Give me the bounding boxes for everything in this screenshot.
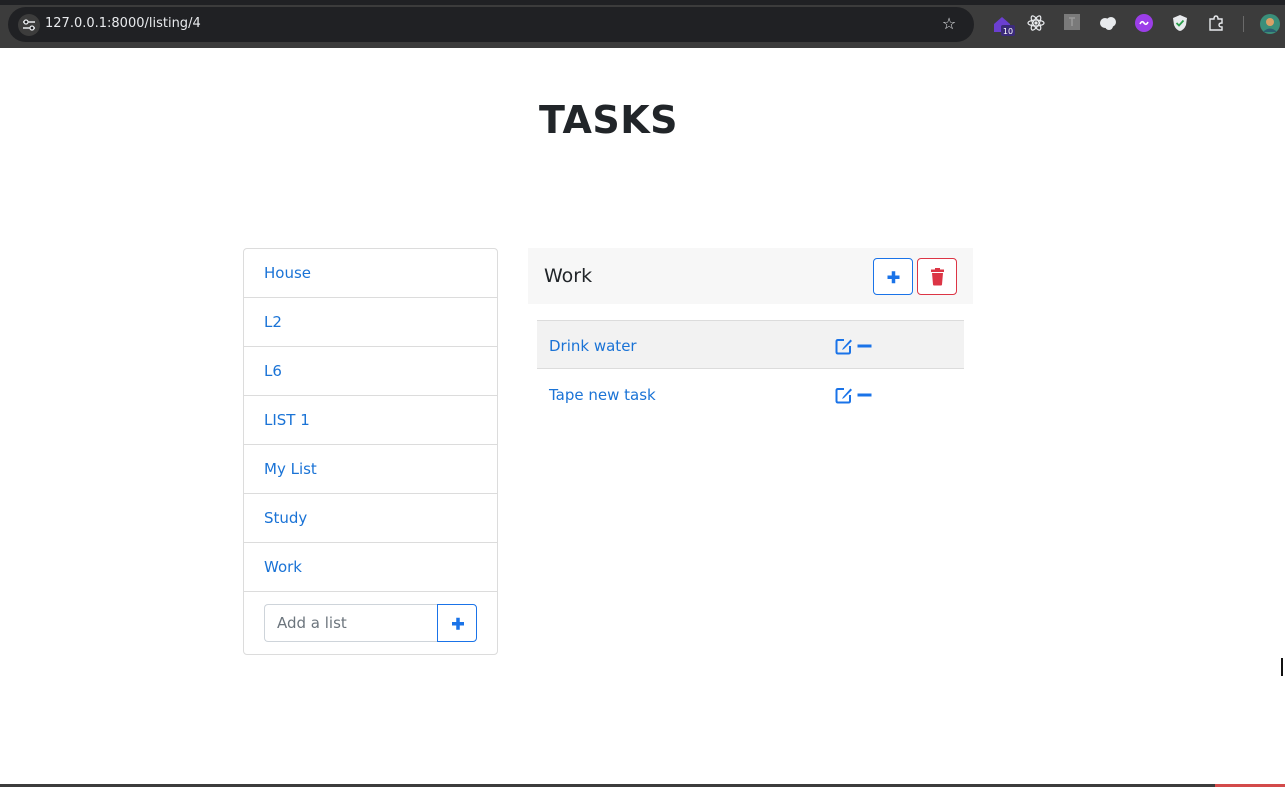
- add-task-button[interactable]: [873, 258, 913, 295]
- bookmark-star-icon[interactable]: ☆: [940, 15, 958, 33]
- sidebar-item-house[interactable]: House: [244, 249, 497, 298]
- sidebar-item-l2[interactable]: L2: [244, 298, 497, 347]
- delete-list-button[interactable]: [917, 258, 957, 295]
- sidebar-item-my-list[interactable]: My List: [244, 445, 497, 494]
- page-title: TASKS: [538, 98, 679, 142]
- sidebar-item-label[interactable]: My List: [264, 460, 317, 478]
- sidebar-item-l6[interactable]: L6: [244, 347, 497, 396]
- edit-icon[interactable]: [835, 337, 853, 355]
- profile-avatar-icon[interactable]: [1260, 14, 1280, 34]
- plus-icon: [452, 617, 464, 630]
- browser-tabstrip-edge: [0, 0, 1285, 5]
- task-label[interactable]: Drink water: [549, 337, 637, 355]
- task-label[interactable]: Tape new task: [549, 386, 656, 404]
- plus-icon: [887, 271, 900, 284]
- site-info-icon[interactable]: [18, 14, 40, 36]
- sidebar-item-label[interactable]: Study: [264, 509, 307, 527]
- toolbar-divider: [1243, 16, 1244, 32]
- text-cursor: [1281, 658, 1285, 676]
- sidebar-item-list-1[interactable]: LIST 1: [244, 396, 497, 445]
- shield-check-icon[interactable]: [1171, 14, 1191, 34]
- trash-icon: [931, 268, 944, 286]
- url-text[interactable]: 127.0.0.1:8000/listing/4: [45, 16, 201, 31]
- sidebar-item-label[interactable]: L6: [264, 362, 282, 380]
- list-title: Work: [544, 265, 593, 287]
- react-icon[interactable]: [1027, 14, 1047, 34]
- lists-sidebar: House L2 L6 LIST 1 My List Study Work: [243, 248, 498, 655]
- extension-badge-count: 10: [1003, 27, 1013, 36]
- address-bar[interactable]: 127.0.0.1:8000/listing/4 ☆: [8, 7, 974, 42]
- remove-task-icon[interactable]: [857, 337, 872, 355]
- extension-badge-icon[interactable]: 10: [992, 14, 1015, 36]
- sidebar-item-label[interactable]: Work: [264, 558, 302, 576]
- add-list-button[interactable]: [437, 604, 477, 642]
- edit-icon[interactable]: [835, 386, 853, 404]
- remove-task-icon[interactable]: [857, 386, 872, 404]
- puzzle-icon[interactable]: [1207, 14, 1227, 34]
- sidebar-item-label[interactable]: House: [264, 264, 311, 282]
- task-row: Tape new task: [537, 370, 964, 419]
- task-row: Drink water: [537, 320, 964, 369]
- extension-gray-icon[interactable]: [1064, 14, 1084, 34]
- extension-cloud-icon[interactable]: [1099, 14, 1119, 34]
- list-header: Work: [528, 248, 973, 304]
- sidebar-item-label[interactable]: LIST 1: [264, 411, 310, 429]
- sidebar-item-work[interactable]: Work: [244, 543, 497, 592]
- extension-purple-icon[interactable]: [1135, 14, 1155, 34]
- sidebar-item-label[interactable]: L2: [264, 313, 282, 331]
- browser-toolbar: 127.0.0.1:8000/listing/4 ☆ 10: [0, 0, 1285, 48]
- sidebar-item-study[interactable]: Study: [244, 494, 497, 543]
- add-list-form: [264, 604, 477, 642]
- add-list-input[interactable]: [264, 604, 438, 642]
